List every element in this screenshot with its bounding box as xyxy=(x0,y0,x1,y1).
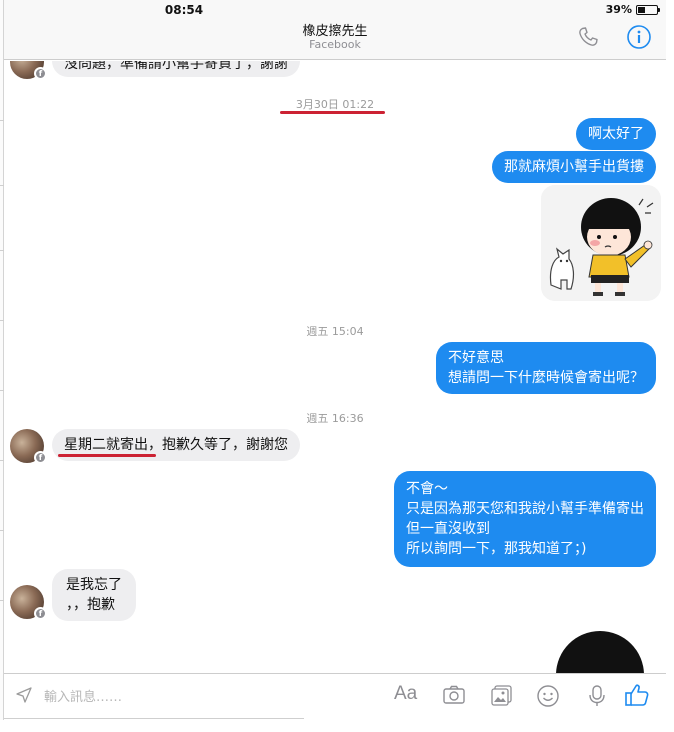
outgoing-message[interactable]: 不會～ 只是因為那天您和我說小幫手準備寄出 但一直沒收到 所以詢問一下，那我知道… xyxy=(394,471,656,567)
incoming-message[interactable]: 是我忘了 ，，抱歉 xyxy=(52,569,136,621)
sticker-image[interactable] xyxy=(554,629,650,673)
sticker-image[interactable] xyxy=(541,185,661,301)
microphone-icon[interactable] xyxy=(586,684,608,712)
message-text: ，抱歉久等了，謝謝您 xyxy=(148,437,288,453)
facebook-badge-icon: f xyxy=(34,67,47,80)
battery-icon xyxy=(636,4,660,15)
timestamp: 週五 15:04 xyxy=(306,325,364,338)
incoming-message[interactable]: 沒問題，準備請小幫手寄貨了，謝謝 xyxy=(52,61,300,77)
chat-header: 08:54 39% 橡皮擦先生 Facebook xyxy=(4,0,666,60)
like-icon[interactable] xyxy=(624,682,650,712)
facebook-badge-icon: f xyxy=(34,607,47,620)
camera-icon[interactable] xyxy=(442,684,466,710)
message-list[interactable]: f 沒問題，準備請小幫手寄貨了，謝謝 3月30日 01:22 啊太好了 那就麻煩… xyxy=(4,61,666,673)
send-location-icon[interactable] xyxy=(14,685,34,709)
timestamp: 3月30日 01:22 xyxy=(295,98,375,111)
outgoing-message[interactable]: 那就麻煩小幫手出貨摟 xyxy=(492,151,656,183)
outgoing-message[interactable]: 啊太好了 xyxy=(576,118,656,150)
red-underline-mark xyxy=(280,111,385,114)
highlighted-text: 星期二就寄出 xyxy=(64,437,148,453)
status-time: 08:54 xyxy=(164,3,204,17)
divider xyxy=(4,718,304,719)
contact-name[interactable]: 橡皮擦先生 xyxy=(4,20,666,39)
outgoing-message[interactable]: 不好意思 想請問一下什麼時候會寄出呢？ xyxy=(436,342,656,394)
red-underline-mark xyxy=(58,454,156,457)
image-icon[interactable] xyxy=(490,684,514,712)
font-button[interactable]: Aa xyxy=(394,683,417,705)
emoji-icon[interactable] xyxy=(536,684,560,712)
message-input[interactable]: 輸入訊息…… xyxy=(44,686,122,705)
phone-icon[interactable] xyxy=(576,25,600,53)
message-composer: 輸入訊息…… Aa xyxy=(4,673,666,718)
facebook-badge-icon: f xyxy=(34,451,47,464)
battery-percent: 39% xyxy=(605,3,632,16)
contact-source: Facebook xyxy=(309,38,361,51)
status-battery: 39% xyxy=(605,3,660,16)
info-icon[interactable] xyxy=(626,24,652,54)
timestamp: 週五 16:36 xyxy=(306,412,364,425)
